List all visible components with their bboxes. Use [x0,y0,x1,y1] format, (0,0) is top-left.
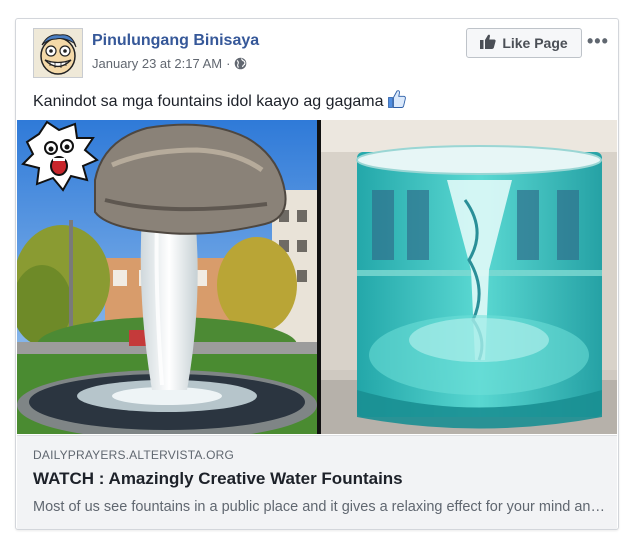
facebook-post-card: Pinulungang Binisaya January 23 at 2:17 … [15,18,619,530]
more-options-button[interactable]: ••• [587,31,609,52]
like-page-button[interactable]: Like Page [466,28,582,58]
meta-separator: · [226,56,231,71]
page-avatar[interactable] [33,28,83,78]
page-name-link[interactable]: Pinulungang Binisaya [92,32,259,50]
link-title[interactable]: WATCH : Amazingly Creative Water Fountai… [33,469,403,489]
thumbs-up-emoji-icon [387,89,407,114]
post-meta: January 23 at 2:17 AM · [92,56,247,71]
floating-rock-fountain-image [16,120,317,440]
post-message: Kanindot sa mga fountains idol kaayo ag … [33,92,384,110]
post-media-image[interactable] [16,120,617,440]
post-timestamp[interactable]: January 23 at 2:17 AM [92,56,222,71]
like-page-label: Like Page [502,35,568,51]
glass-vortex-fountain-image [321,120,617,434]
link-preview[interactable]: DAILYPRAYERS.ALTERVISTA.ORG WATCH : Amaz… [17,435,617,529]
link-domain: DAILYPRAYERS.ALTERVISTA.ORG [33,448,235,462]
globe-icon[interactable] [234,57,247,70]
link-description: Most of us see fountains in a public pla… [33,499,605,515]
thumbs-up-icon [480,34,496,52]
post-text: Kanindot sa mga fountains idol kaayo ag … [33,89,407,114]
